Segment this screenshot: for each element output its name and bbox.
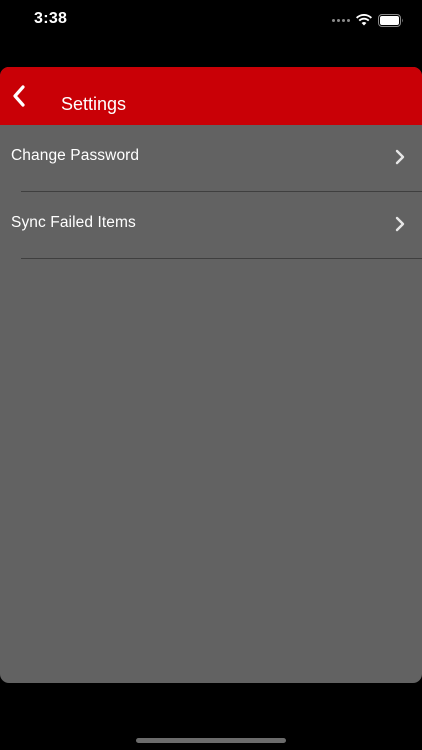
battery-icon xyxy=(378,13,404,27)
wifi-icon xyxy=(356,14,372,26)
nav-bar: Settings xyxy=(0,67,422,125)
home-indicator[interactable] xyxy=(136,738,286,743)
sync-failed-items-label: Sync Failed Items xyxy=(11,214,136,231)
chevron-right-icon xyxy=(394,216,406,232)
back-button[interactable] xyxy=(0,67,44,125)
status-icons xyxy=(332,13,404,27)
app-screen: 3:38 Settings Change Password Sync Faile… xyxy=(0,0,422,750)
status-bar: 3:38 xyxy=(0,0,422,44)
change-password-label: Change Password xyxy=(11,147,140,164)
settings-list: Change Password Sync Failed Items xyxy=(0,125,422,259)
chevron-left-icon xyxy=(13,85,26,107)
signal-icon xyxy=(332,18,350,22)
chevron-right-icon xyxy=(394,149,406,165)
row-divider xyxy=(21,258,422,259)
sync-failed-items-row[interactable]: Sync Failed Items xyxy=(0,192,422,259)
change-password-row[interactable]: Change Password xyxy=(0,125,422,192)
settings-sheet: Settings Change Password Sync Failed Ite… xyxy=(0,67,422,683)
status-time: 3:38 xyxy=(34,10,68,27)
page-title: Settings xyxy=(61,94,127,114)
